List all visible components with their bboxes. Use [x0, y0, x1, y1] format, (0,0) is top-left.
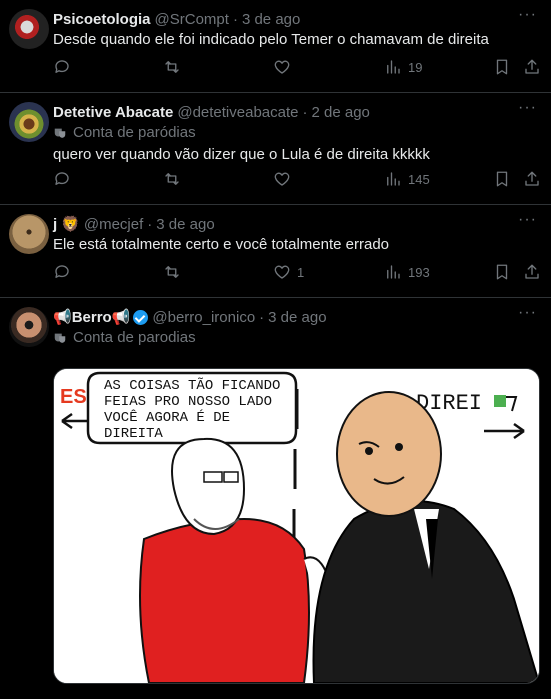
views-button[interactable]: 193 — [384, 263, 430, 281]
share-icon — [525, 264, 539, 279]
bookmark-button[interactable] — [493, 58, 511, 76]
bookmark-icon — [496, 59, 508, 75]
separator-dot: · — [302, 103, 308, 121]
tweet-text: quero ver quando vão dizer que o Lula é … — [53, 146, 430, 163]
avatar[interactable] — [9, 9, 49, 49]
repost-icon — [165, 173, 179, 185]
views-icon — [387, 265, 400, 279]
display-name[interactable]: Detetive Abacate — [53, 104, 173, 121]
share-icon — [525, 171, 539, 186]
theater-masks-icon — [54, 333, 66, 343]
user-handle[interactable]: @SrCompt — [155, 11, 229, 28]
reply-icon — [55, 60, 69, 73]
down-arrow-icon — [494, 395, 506, 407]
action-bar: 145 — [53, 170, 539, 192]
avatar[interactable] — [9, 214, 49, 254]
repost-button[interactable] — [163, 58, 187, 76]
reply-button[interactable] — [53, 58, 77, 76]
display-name[interactable]: j — [53, 216, 57, 233]
reply-button[interactable] — [53, 263, 77, 281]
user-handle[interactable]: @berro_ironico — [152, 309, 255, 326]
tweet-1[interactable]: Psicoetologia @SrCompt · 3 de ago ··· De… — [0, 0, 551, 93]
bookmark-icon — [496, 264, 508, 280]
views-icon — [387, 172, 400, 186]
repost-button[interactable] — [163, 170, 187, 188]
megaphone-emoji: 📢 — [111, 309, 131, 326]
parody-label: Conta de paródias — [53, 124, 196, 141]
share-button[interactable] — [523, 58, 541, 76]
user-handle[interactable]: @mecjef — [84, 216, 143, 233]
separator-dot: · — [147, 215, 153, 233]
more-options-icon[interactable]: ··· — [518, 99, 537, 117]
timestamp[interactable]: 3 de ago — [156, 216, 214, 233]
left-side-label: ES — [60, 386, 87, 408]
like-button[interactable] — [273, 58, 297, 76]
display-name[interactable]: Psicoetologia — [53, 11, 151, 28]
display-name[interactable]: Berro — [72, 309, 112, 326]
action-bar: 1 193 — [53, 263, 539, 285]
heart-icon — [274, 265, 290, 279]
repost-button[interactable] — [163, 263, 187, 281]
bookmark-button[interactable] — [493, 263, 511, 281]
share-icon — [525, 59, 539, 74]
like-button[interactable]: 1 — [273, 263, 304, 281]
user-handle[interactable]: @detetiveabacate — [177, 104, 298, 121]
comic-illustration: ES DIREI AS COISAS TÃO FICANDO FEIAS PRO… — [54, 369, 539, 683]
tweet-header: Detetive Abacate @detetiveabacate · 2 de… — [53, 102, 539, 122]
lion-emoji: 🦁 — [61, 216, 80, 233]
more-options-icon[interactable]: ··· — [518, 211, 537, 229]
heart-icon — [274, 172, 290, 186]
timestamp[interactable]: 3 de ago — [268, 309, 326, 326]
tweet-3[interactable]: j 🦁 @mecjef · 3 de ago ··· Ele está tota… — [0, 205, 551, 298]
bookmark-button[interactable] — [493, 170, 511, 188]
meme-image[interactable]: ES DIREI AS COISAS TÃO FICANDO FEIAS PRO… — [53, 368, 540, 684]
share-button[interactable] — [523, 263, 541, 281]
views-button[interactable]: 145 — [384, 170, 430, 188]
more-options-icon[interactable]: ··· — [518, 6, 537, 24]
tweet-2[interactable]: Detetive Abacate @detetiveabacate · 2 de… — [0, 93, 551, 205]
tweet-text: Desde quando ele foi indicado pelo Temer… — [53, 31, 489, 48]
verified-badge-icon — [133, 309, 149, 325]
like-count: 1 — [297, 264, 305, 280]
more-options-icon[interactable]: ··· — [518, 304, 537, 322]
tweet-header: j 🦁 @mecjef · 3 de ago — [53, 214, 539, 234]
views-icon — [387, 60, 400, 74]
avatar[interactable] — [9, 102, 49, 142]
avatar[interactable] — [9, 307, 49, 347]
reply-icon — [55, 265, 69, 278]
tweet-header: 📢 Berro 📢 @berro_ironico · 3 de ago — [53, 307, 539, 327]
repost-icon — [165, 61, 179, 73]
like-button[interactable] — [273, 170, 297, 188]
tweet-text: Ele está totalmente certo e você totalme… — [53, 236, 390, 253]
parody-label: Conta de parodias — [53, 329, 196, 346]
heart-icon — [274, 60, 290, 74]
share-button[interactable] — [523, 170, 541, 188]
tweet-4[interactable]: 📢 Berro 📢 @berro_ironico · 3 de ago ··· … — [0, 298, 551, 699]
reply-icon — [55, 172, 69, 185]
tweet-header: Psicoetologia @SrCompt · 3 de ago — [53, 9, 539, 29]
timestamp[interactable]: 3 de ago — [242, 11, 300, 28]
views-button[interactable]: 19 — [384, 58, 422, 76]
separator-dot: · — [232, 10, 238, 28]
action-bar: 19 — [53, 58, 539, 80]
repost-icon — [165, 266, 179, 278]
reply-button[interactable] — [53, 170, 77, 188]
megaphone-emoji: 📢 — [53, 309, 72, 326]
theater-masks-icon — [54, 128, 66, 138]
separator-dot: · — [259, 308, 265, 326]
timestamp[interactable]: 2 de ago — [312, 104, 370, 121]
bookmark-icon — [496, 171, 508, 187]
